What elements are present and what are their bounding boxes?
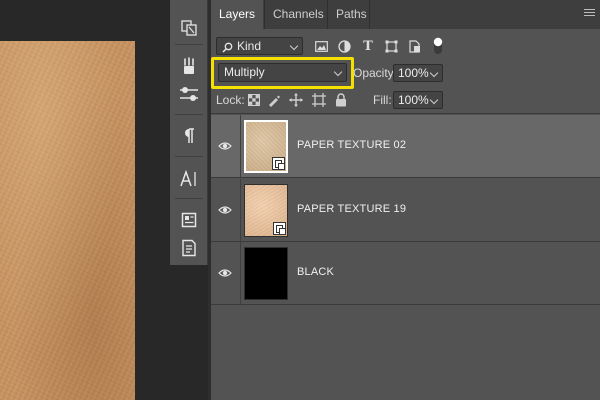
opacity-value: 100%	[398, 66, 429, 80]
document-canvas[interactable]	[0, 0, 170, 400]
layer-name[interactable]: PAPER TEXTURE 19	[297, 203, 406, 215]
paragraph-icon[interactable]	[170, 122, 208, 150]
layer-name[interactable]: PAPER TEXTURE 02	[297, 139, 406, 151]
image-filter-icon[interactable]	[313, 38, 329, 54]
lock-transparent-pixels-icon[interactable]	[246, 92, 262, 108]
layer-comps-icon[interactable]	[170, 14, 208, 42]
opacity-field[interactable]: 100%	[393, 64, 443, 82]
filter-kind-label: Kind	[237, 39, 262, 53]
lock-all-icon[interactable]	[333, 92, 349, 108]
smart-object-badge-icon	[272, 157, 285, 170]
layer-filter-select[interactable]: Kind	[216, 37, 303, 55]
character-icon[interactable]	[170, 165, 208, 193]
lock-position-icon[interactable]	[288, 92, 304, 108]
layer-row-black[interactable]: BLACK	[211, 242, 600, 305]
collapsed-panel-strip	[170, 0, 208, 265]
tool-divider	[175, 44, 203, 45]
properties-icon[interactable]	[170, 206, 208, 234]
chevron-down-icon	[429, 95, 439, 105]
eye-visibility-icon[interactable]	[218, 203, 232, 217]
fill-label: Fill:	[373, 93, 392, 107]
smart-object-badge-icon	[273, 222, 286, 235]
fill-field[interactable]: 100%	[393, 91, 443, 109]
tab-channels[interactable]: Channels	[265, 0, 332, 29]
adjustment-filter-icon[interactable]	[336, 38, 352, 54]
tab-divider	[369, 0, 370, 29]
opacity-label: Opacity:	[353, 66, 398, 80]
tab-paths[interactable]: Paths	[328, 0, 375, 29]
chevron-down-icon	[289, 41, 299, 51]
blend-mode-select[interactable]: Multiply	[218, 63, 347, 82]
layer-thumbnail[interactable]	[244, 247, 288, 300]
tool-divider	[175, 156, 203, 157]
brushes-icon[interactable]	[170, 52, 208, 80]
notes-icon[interactable]	[170, 234, 208, 262]
search-icon	[222, 41, 233, 57]
eye-visibility-icon[interactable]	[218, 266, 232, 280]
panel-tabs: Layers Channels Paths	[211, 0, 600, 29]
layer-row-paper-texture-02[interactable]: PAPER TEXTURE 02	[211, 115, 600, 178]
chevron-down-icon	[429, 68, 439, 78]
visibility-divider	[240, 115, 241, 178]
layer-thumbnail[interactable]	[244, 120, 288, 173]
paper-texture-image	[0, 41, 135, 400]
lock-label: Lock:	[216, 93, 245, 107]
blend-mode-value: Multiply	[224, 65, 265, 79]
lock-artboard-icon[interactable]	[311, 92, 327, 108]
tool-divider	[175, 114, 203, 115]
tool-divider	[175, 198, 203, 199]
panel-menu-icon[interactable]	[584, 9, 595, 19]
tab-layers[interactable]: Layers	[211, 0, 264, 29]
lock-image-pixels-icon[interactable]	[265, 92, 281, 108]
chevron-down-icon	[333, 67, 343, 77]
adjustments-icon[interactable]	[170, 80, 208, 108]
layers-divider	[211, 113, 600, 114]
layer-row-paper-texture-19[interactable]: PAPER TEXTURE 19	[211, 179, 600, 242]
layer-thumbnail[interactable]	[244, 184, 288, 237]
type-filter-icon[interactable]: T	[360, 38, 376, 54]
layers-panel: Layers Channels Paths Kind T Multiply Op…	[211, 0, 600, 400]
filter-toggle-icon[interactable]	[430, 37, 446, 54]
eye-visibility-icon[interactable]	[218, 139, 232, 153]
shape-filter-icon[interactable]	[383, 38, 399, 54]
visibility-divider	[240, 242, 241, 305]
fill-value: 100%	[398, 93, 429, 107]
visibility-divider	[240, 179, 241, 242]
smart-object-filter-icon[interactable]	[407, 38, 423, 54]
layer-name[interactable]: BLACK	[297, 266, 334, 278]
